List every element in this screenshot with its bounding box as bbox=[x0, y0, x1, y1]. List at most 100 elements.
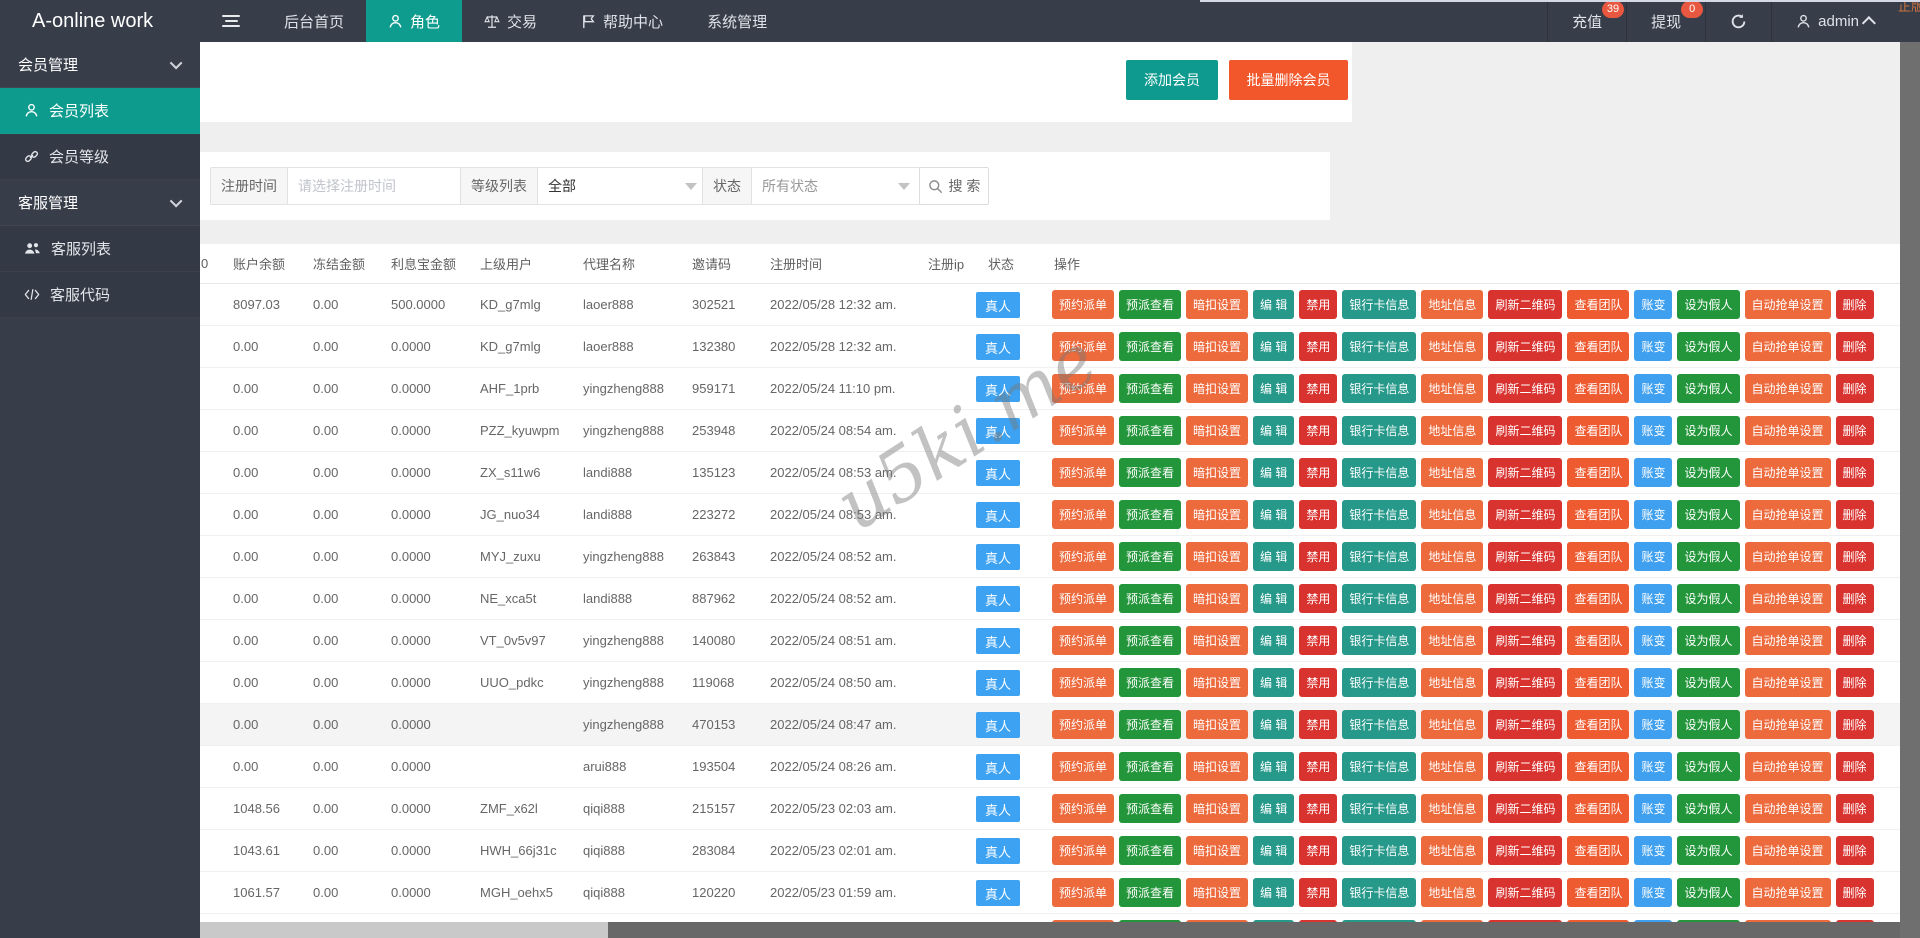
add-member-button[interactable]: 添加会员 bbox=[1126, 60, 1218, 100]
status-real-user-button[interactable]: 真人 bbox=[976, 460, 1020, 486]
action-reserve-dispatch-button[interactable]: 预约派单 bbox=[1052, 878, 1114, 907]
action-refresh-qrcode-button[interactable]: 刷新二维码 bbox=[1488, 878, 1562, 907]
action-set-fake-user-button[interactable]: 设为假人 bbox=[1677, 794, 1739, 823]
action-edit-button[interactable]: 编 辑 bbox=[1253, 710, 1294, 739]
nav-item-dashboard[interactable]: 后台首页 bbox=[262, 0, 366, 42]
action-balance-change-button[interactable]: 账变 bbox=[1634, 416, 1672, 445]
action-bank-card-info-button[interactable]: 银行卡信息 bbox=[1342, 752, 1416, 781]
action-balance-change-button[interactable]: 账变 bbox=[1634, 500, 1672, 529]
action-set-fake-user-button[interactable]: 设为假人 bbox=[1677, 710, 1739, 739]
action-set-fake-user-button[interactable]: 设为假人 bbox=[1677, 458, 1739, 487]
action-bank-card-info-button[interactable]: 银行卡信息 bbox=[1342, 794, 1416, 823]
action-refresh-qrcode-button[interactable]: 刷新二维码 bbox=[1488, 584, 1562, 613]
action-dispatch-view-button[interactable]: 预派查看 bbox=[1119, 626, 1181, 655]
status-real-user-button[interactable]: 真人 bbox=[976, 838, 1020, 864]
register-time-input[interactable] bbox=[298, 178, 452, 194]
action-balance-change-button[interactable]: 账变 bbox=[1634, 836, 1672, 865]
action-disable-button[interactable]: 禁用 bbox=[1299, 878, 1337, 907]
action-refresh-qrcode-button[interactable]: 刷新二维码 bbox=[1488, 458, 1562, 487]
action-dispatch-view-button[interactable]: 预派查看 bbox=[1119, 794, 1181, 823]
action-deduction-settings-button[interactable]: 暗扣设置 bbox=[1186, 878, 1248, 907]
action-delete-button[interactable]: 删除 bbox=[1836, 836, 1874, 865]
action-reserve-dispatch-button[interactable]: 预约派单 bbox=[1052, 332, 1114, 361]
action-deduction-settings-button[interactable]: 暗扣设置 bbox=[1186, 710, 1248, 739]
action-delete-button[interactable]: 删除 bbox=[1836, 794, 1874, 823]
action-set-fake-user-button[interactable]: 设为假人 bbox=[1677, 584, 1739, 613]
action-auto-grab-settings-button[interactable]: 自动抢单设置 bbox=[1745, 374, 1831, 403]
action-deduction-settings-button[interactable]: 暗扣设置 bbox=[1186, 584, 1248, 613]
action-bank-card-info-button[interactable]: 银行卡信息 bbox=[1342, 878, 1416, 907]
action-view-team-button[interactable]: 查看团队 bbox=[1567, 752, 1629, 781]
action-set-fake-user-button[interactable]: 设为假人 bbox=[1677, 416, 1739, 445]
action-balance-change-button[interactable]: 账变 bbox=[1634, 710, 1672, 739]
action-address-info-button[interactable]: 地址信息 bbox=[1421, 332, 1483, 361]
action-set-fake-user-button[interactable]: 设为假人 bbox=[1677, 374, 1739, 403]
action-delete-button[interactable]: 删除 bbox=[1836, 584, 1874, 613]
action-balance-change-button[interactable]: 账变 bbox=[1634, 332, 1672, 361]
action-auto-grab-settings-button[interactable]: 自动抢单设置 bbox=[1745, 794, 1831, 823]
action-dispatch-view-button[interactable]: 预派查看 bbox=[1119, 752, 1181, 781]
action-view-team-button[interactable]: 查看团队 bbox=[1567, 836, 1629, 865]
action-set-fake-user-button[interactable]: 设为假人 bbox=[1677, 332, 1739, 361]
nav-item-trade[interactable]: 交易 bbox=[462, 0, 559, 42]
action-delete-button[interactable]: 删除 bbox=[1836, 374, 1874, 403]
action-deduction-settings-button[interactable]: 暗扣设置 bbox=[1186, 794, 1248, 823]
action-bank-card-info-button[interactable]: 银行卡信息 bbox=[1342, 500, 1416, 529]
action-bank-card-info-button[interactable]: 银行卡信息 bbox=[1342, 710, 1416, 739]
action-edit-button[interactable]: 编 辑 bbox=[1253, 332, 1294, 361]
action-disable-button[interactable]: 禁用 bbox=[1299, 794, 1337, 823]
action-reserve-dispatch-button[interactable]: 预约派单 bbox=[1052, 416, 1114, 445]
action-edit-button[interactable]: 编 辑 bbox=[1253, 584, 1294, 613]
action-refresh-qrcode-button[interactable]: 刷新二维码 bbox=[1488, 332, 1562, 361]
action-view-team-button[interactable]: 查看团队 bbox=[1567, 626, 1629, 655]
action-reserve-dispatch-button[interactable]: 预约派单 bbox=[1052, 752, 1114, 781]
action-address-info-button[interactable]: 地址信息 bbox=[1421, 542, 1483, 571]
action-address-info-button[interactable]: 地址信息 bbox=[1421, 878, 1483, 907]
action-refresh-qrcode-button[interactable]: 刷新二维码 bbox=[1488, 374, 1562, 403]
action-refresh-qrcode-button[interactable]: 刷新二维码 bbox=[1488, 794, 1562, 823]
action-auto-grab-settings-button[interactable]: 自动抢单设置 bbox=[1745, 626, 1831, 655]
action-auto-grab-settings-button[interactable]: 自动抢单设置 bbox=[1745, 500, 1831, 529]
sidebar-item-service-code[interactable]: 客服代码 bbox=[0, 272, 200, 318]
action-edit-button[interactable]: 编 辑 bbox=[1253, 374, 1294, 403]
action-set-fake-user-button[interactable]: 设为假人 bbox=[1677, 752, 1739, 781]
action-set-fake-user-button[interactable]: 设为假人 bbox=[1677, 836, 1739, 865]
action-edit-button[interactable]: 编 辑 bbox=[1253, 752, 1294, 781]
action-deduction-settings-button[interactable]: 暗扣设置 bbox=[1186, 836, 1248, 865]
action-delete-button[interactable]: 删除 bbox=[1836, 752, 1874, 781]
action-view-team-button[interactable]: 查看团队 bbox=[1567, 794, 1629, 823]
status-real-user-button[interactable]: 真人 bbox=[976, 670, 1020, 696]
action-set-fake-user-button[interactable]: 设为假人 bbox=[1677, 542, 1739, 571]
horizontal-scrollbar-thumb[interactable] bbox=[200, 922, 608, 938]
action-dispatch-view-button[interactable]: 预派查看 bbox=[1119, 710, 1181, 739]
status-select[interactable]: 所有状态 bbox=[752, 168, 920, 204]
action-disable-button[interactable]: 禁用 bbox=[1299, 290, 1337, 319]
action-edit-button[interactable]: 编 辑 bbox=[1253, 794, 1294, 823]
action-address-info-button[interactable]: 地址信息 bbox=[1421, 668, 1483, 697]
action-edit-button[interactable]: 编 辑 bbox=[1253, 836, 1294, 865]
action-disable-button[interactable]: 禁用 bbox=[1299, 836, 1337, 865]
action-view-team-button[interactable]: 查看团队 bbox=[1567, 710, 1629, 739]
action-disable-button[interactable]: 禁用 bbox=[1299, 416, 1337, 445]
action-deduction-settings-button[interactable]: 暗扣设置 bbox=[1186, 458, 1248, 487]
action-deduction-settings-button[interactable]: 暗扣设置 bbox=[1186, 416, 1248, 445]
action-delete-button[interactable]: 删除 bbox=[1836, 710, 1874, 739]
action-reserve-dispatch-button[interactable]: 预约派单 bbox=[1052, 458, 1114, 487]
action-refresh-qrcode-button[interactable]: 刷新二维码 bbox=[1488, 626, 1562, 655]
action-reserve-dispatch-button[interactable]: 预约派单 bbox=[1052, 374, 1114, 403]
action-edit-button[interactable]: 编 辑 bbox=[1253, 500, 1294, 529]
action-view-team-button[interactable]: 查看团队 bbox=[1567, 332, 1629, 361]
action-balance-change-button[interactable]: 账变 bbox=[1634, 794, 1672, 823]
action-set-fake-user-button[interactable]: 设为假人 bbox=[1677, 668, 1739, 697]
action-balance-change-button[interactable]: 账变 bbox=[1634, 668, 1672, 697]
action-edit-button[interactable]: 编 辑 bbox=[1253, 878, 1294, 907]
action-dispatch-view-button[interactable]: 预派查看 bbox=[1119, 374, 1181, 403]
action-reserve-dispatch-button[interactable]: 预约派单 bbox=[1052, 710, 1114, 739]
action-bank-card-info-button[interactable]: 银行卡信息 bbox=[1342, 374, 1416, 403]
action-view-team-button[interactable]: 查看团队 bbox=[1567, 500, 1629, 529]
action-auto-grab-settings-button[interactable]: 自动抢单设置 bbox=[1745, 878, 1831, 907]
action-address-info-button[interactable]: 地址信息 bbox=[1421, 416, 1483, 445]
action-refresh-qrcode-button[interactable]: 刷新二维码 bbox=[1488, 752, 1562, 781]
status-real-user-button[interactable]: 真人 bbox=[976, 712, 1020, 738]
action-auto-grab-settings-button[interactable]: 自动抢单设置 bbox=[1745, 458, 1831, 487]
